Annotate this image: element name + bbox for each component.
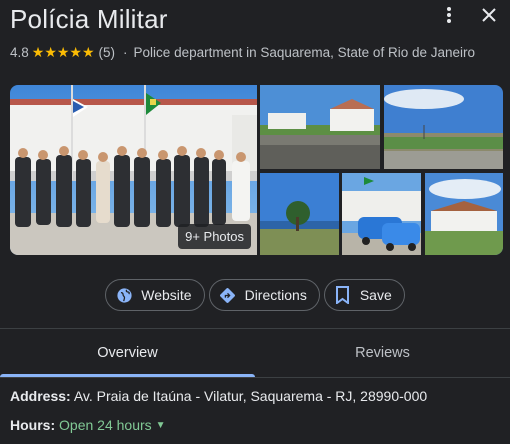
separator: · [123,45,128,60]
photo-thumbnail[interactable] [260,173,339,255]
tab-bar: Overview Reviews [0,329,510,377]
top-icons [438,4,500,26]
globe-icon [115,286,133,304]
photo-count-badge[interactable]: 9+ Photos [178,224,251,249]
bookmark-icon [334,286,352,304]
tab-reviews[interactable]: Reviews [255,329,510,377]
tab-overview[interactable]: Overview [0,329,255,377]
address-value[interactable]: Av. Praia de Itaúna - Vilatur, Saquarema… [74,388,427,404]
hours-row: Hours: Open 24 hours ▼ [10,417,166,433]
action-buttons: Website Directions Save [0,279,510,311]
save-button[interactable]: Save [323,279,405,311]
place-category: Police department in Saquarema, State of… [133,45,475,60]
photo-grid: 9+ Photos [10,85,503,257]
save-label: Save [359,287,392,303]
page-title: Polícia Militar [10,4,168,34]
divider [0,377,510,378]
website-button[interactable]: Website [105,279,205,311]
hours-label: Hours: [10,417,56,433]
photo-thumbnail[interactable] [425,173,503,255]
photo-thumbnail[interactable] [384,85,503,169]
directions-button[interactable]: Directions [208,279,320,311]
hours-value[interactable]: Open 24 hours [59,417,152,433]
chevron-down-icon[interactable]: ▼ [156,420,166,431]
rating-stars-icon: ★★★★★ [31,44,95,60]
review-count[interactable]: (5) [99,45,116,60]
directions-label: Directions [244,287,307,303]
photo-thumbnail[interactable] [260,85,380,169]
place-meta: 4.8 ★★★★★ (5) · Police department in Saq… [10,44,475,61]
photo-thumbnail[interactable] [342,173,421,255]
close-icon[interactable] [478,4,500,26]
directions-icon [219,286,237,304]
address-row: Address: Av. Praia de Itaúna - Vilatur, … [10,388,427,404]
photo-main[interactable]: 9+ Photos [10,85,257,255]
address-label: Address: [10,388,71,404]
more-options-icon[interactable] [438,4,460,26]
website-label: Website [141,287,192,303]
rating-value: 4.8 [10,45,29,60]
